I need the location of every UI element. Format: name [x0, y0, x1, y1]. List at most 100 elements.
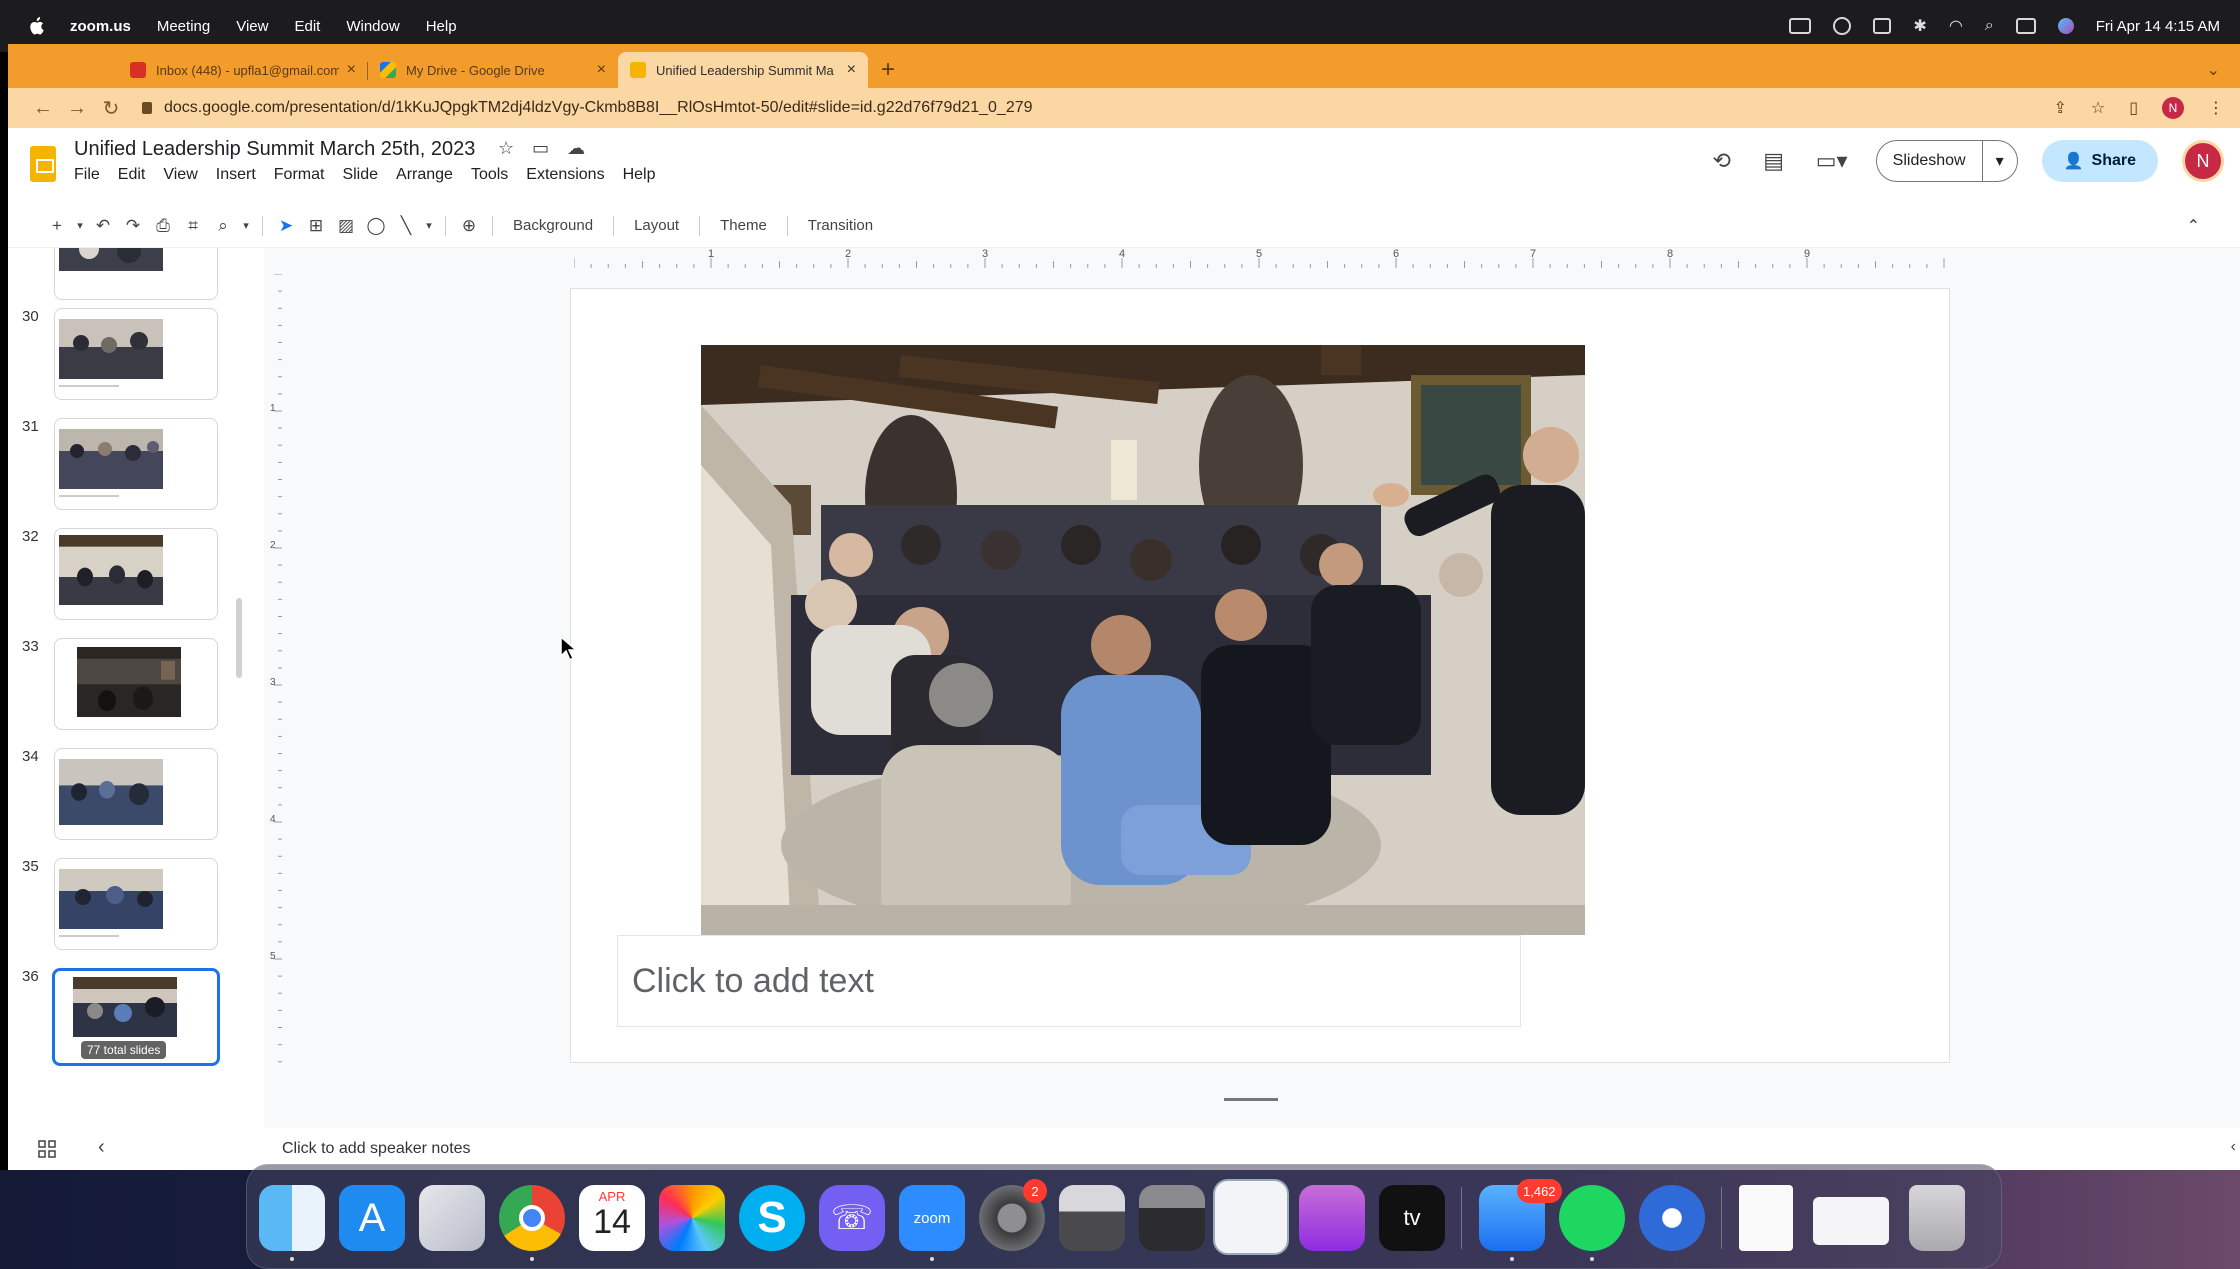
speaker-notes-field[interactable]: Click to add speaker notes: [282, 1140, 471, 1158]
menu-slide[interactable]: Slide: [342, 166, 378, 184]
lock-icon[interactable]: [142, 102, 152, 114]
tab-google-slides[interactable]: Unified Leadership Summit Ma ×: [618, 52, 868, 88]
slide-thumbnail-row[interactable]: 36 77 total slides: [8, 968, 258, 1068]
siri-icon[interactable]: [2057, 18, 2074, 34]
slide-thumbnail[interactable]: [54, 248, 218, 300]
menu-meeting[interactable]: Meeting: [157, 18, 210, 35]
status-icon[interactable]: [1833, 17, 1852, 35]
side-panel-chevron-icon[interactable]: ‹: [2231, 1138, 2236, 1156]
menu-arrange[interactable]: Arrange: [396, 166, 453, 184]
version-history-icon[interactable]: ⟲: [1708, 147, 1736, 175]
menu-file[interactable]: File: [74, 166, 100, 184]
comments-icon[interactable]: ▤: [1760, 147, 1788, 175]
window-thumbnail-icon[interactable]: [1813, 1197, 1889, 1245]
menu-help[interactable]: Help: [623, 166, 656, 184]
current-slide[interactable]: Click to add text: [570, 288, 1950, 1063]
collapse-toolbar-chevron-icon[interactable]: ⌃: [2187, 216, 2200, 236]
zoom-dropdown-icon[interactable]: ▾: [238, 219, 254, 232]
menu-edit[interactable]: Edit: [294, 18, 320, 35]
menu-help[interactable]: Help: [426, 18, 457, 35]
control-center-icon[interactable]: [2015, 18, 2036, 34]
slide-filmstrip[interactable]: 30 31 32 33 34 35 36 77 total slides: [8, 248, 258, 1128]
app-store-icon[interactable]: A: [339, 1185, 405, 1251]
document-title[interactable]: Unified Leadership Summit March 25th, 20…: [74, 138, 475, 161]
transition-button[interactable]: Transition: [796, 217, 885, 234]
apple-tv-icon[interactable]: tv: [1379, 1185, 1445, 1251]
chrome-icon[interactable]: [499, 1185, 565, 1251]
new-slide-icon[interactable]: +: [42, 216, 72, 236]
zoom-icon[interactable]: zoom: [899, 1185, 965, 1251]
trash-icon[interactable]: [1909, 1185, 1965, 1251]
calendar-icon[interactable]: APR 14: [579, 1185, 645, 1251]
filmstrip-scrollbar[interactable]: [236, 598, 242, 678]
slide-thumbnail[interactable]: [54, 858, 218, 950]
browser-profile-avatar[interactable]: N: [2162, 97, 2184, 119]
printer-icon[interactable]: [1059, 1185, 1125, 1251]
spotify-icon[interactable]: [1559, 1185, 1625, 1251]
slide-thumbnail[interactable]: [54, 308, 218, 400]
slide-thumbnail-row[interactable]: 32: [8, 528, 258, 628]
slideshow-dropdown-chevron-icon[interactable]: ▾: [1983, 141, 2017, 181]
apple-icon[interactable]: [28, 17, 44, 35]
meet-camera-icon[interactable]: ▭▾: [1812, 147, 1852, 175]
browser-menu-icon[interactable]: ⋮: [2208, 98, 2224, 118]
menu-extensions[interactable]: Extensions: [526, 166, 604, 184]
close-icon[interactable]: ×: [597, 61, 606, 79]
layout-button[interactable]: Layout: [622, 217, 691, 234]
share-button[interactable]: 👤 Share: [2041, 140, 2158, 182]
back-button[interactable]: ←: [26, 97, 60, 120]
tab-search-chevron-icon[interactable]: ⌄: [2207, 60, 2220, 80]
add-comment-icon[interactable]: ⊕: [454, 216, 484, 236]
menu-view[interactable]: View: [236, 18, 268, 35]
print-icon[interactable]: ⎙: [148, 216, 178, 236]
side-panel-icon[interactable]: ▯: [2129, 98, 2138, 118]
document-file-icon[interactable]: [1739, 1185, 1793, 1251]
background-button[interactable]: Background: [501, 217, 605, 234]
slide-thumbnail-selected[interactable]: 77 total slides: [52, 968, 220, 1066]
tab-google-drive[interactable]: My Drive - Google Drive ×: [368, 52, 618, 88]
collapse-filmstrip-chevron-icon[interactable]: ‹: [98, 1136, 105, 1159]
new-tab-button[interactable]: +: [868, 52, 908, 88]
select-cursor-icon[interactable]: ➤: [271, 216, 301, 236]
slide-thumbnail[interactable]: [54, 748, 218, 840]
notes-resize-handle[interactable]: [1224, 1098, 1278, 1101]
theme-button[interactable]: Theme: [708, 217, 779, 234]
shape-icon[interactable]: ◯: [361, 216, 391, 236]
launchpad-icon[interactable]: [419, 1185, 485, 1251]
wifi-icon[interactable]: ◠: [1949, 16, 1963, 36]
forward-button[interactable]: →: [60, 97, 94, 120]
menu-view[interactable]: View: [163, 166, 197, 184]
menu-edit[interactable]: Edit: [118, 166, 146, 184]
url-field[interactable]: docs.google.com/presentation/d/1kKuJQpgk…: [142, 99, 1033, 117]
cloud-saved-icon[interactable]: ☁: [567, 138, 585, 159]
bookmark-star-icon[interactable]: ☆: [2091, 98, 2105, 118]
grid-view-icon[interactable]: [38, 1140, 56, 1158]
move-folder-icon[interactable]: ▭: [532, 138, 549, 159]
line-icon[interactable]: ╲: [391, 216, 421, 236]
slide-thumbnail[interactable]: [54, 528, 218, 620]
photos-icon[interactable]: [659, 1185, 725, 1251]
slide-thumbnail-row[interactable]: 30: [8, 308, 258, 408]
line-dropdown-icon[interactable]: ▾: [421, 219, 437, 232]
bluetooth-icon[interactable]: ✱: [1913, 16, 1926, 36]
text-box-icon[interactable]: ⊞: [301, 216, 331, 236]
new-slide-dropdown-icon[interactable]: ▾: [72, 219, 88, 232]
paint-format-icon[interactable]: ⌗: [178, 216, 208, 236]
globe-network-icon[interactable]: [1639, 1185, 1705, 1251]
slide-thumbnail-row[interactable]: 35: [8, 858, 258, 958]
podcasts-icon[interactable]: [1299, 1185, 1365, 1251]
slideshow-button[interactable]: Slideshow: [1877, 141, 1983, 181]
close-icon[interactable]: ×: [847, 61, 856, 79]
account-avatar[interactable]: N: [2182, 140, 2224, 182]
undo-icon[interactable]: ↶: [88, 216, 118, 236]
preview-document-icon[interactable]: [1213, 1179, 1289, 1255]
skype-icon[interactable]: S: [739, 1185, 805, 1251]
share-page-icon[interactable]: ⇪: [2053, 98, 2066, 118]
slide-thumbnail[interactable]: [54, 638, 218, 730]
tab-gmail-inbox[interactable]: Inbox (448) - upfla1@gmail.com ×: [118, 52, 368, 88]
slide-thumbnail-row[interactable]: 33: [8, 638, 258, 738]
menu-app-name[interactable]: zoom.us: [70, 18, 131, 35]
menu-format[interactable]: Format: [274, 166, 325, 184]
scanner-icon[interactable]: [1139, 1185, 1205, 1251]
slide-thumbnail-row[interactable]: 34: [8, 748, 258, 848]
